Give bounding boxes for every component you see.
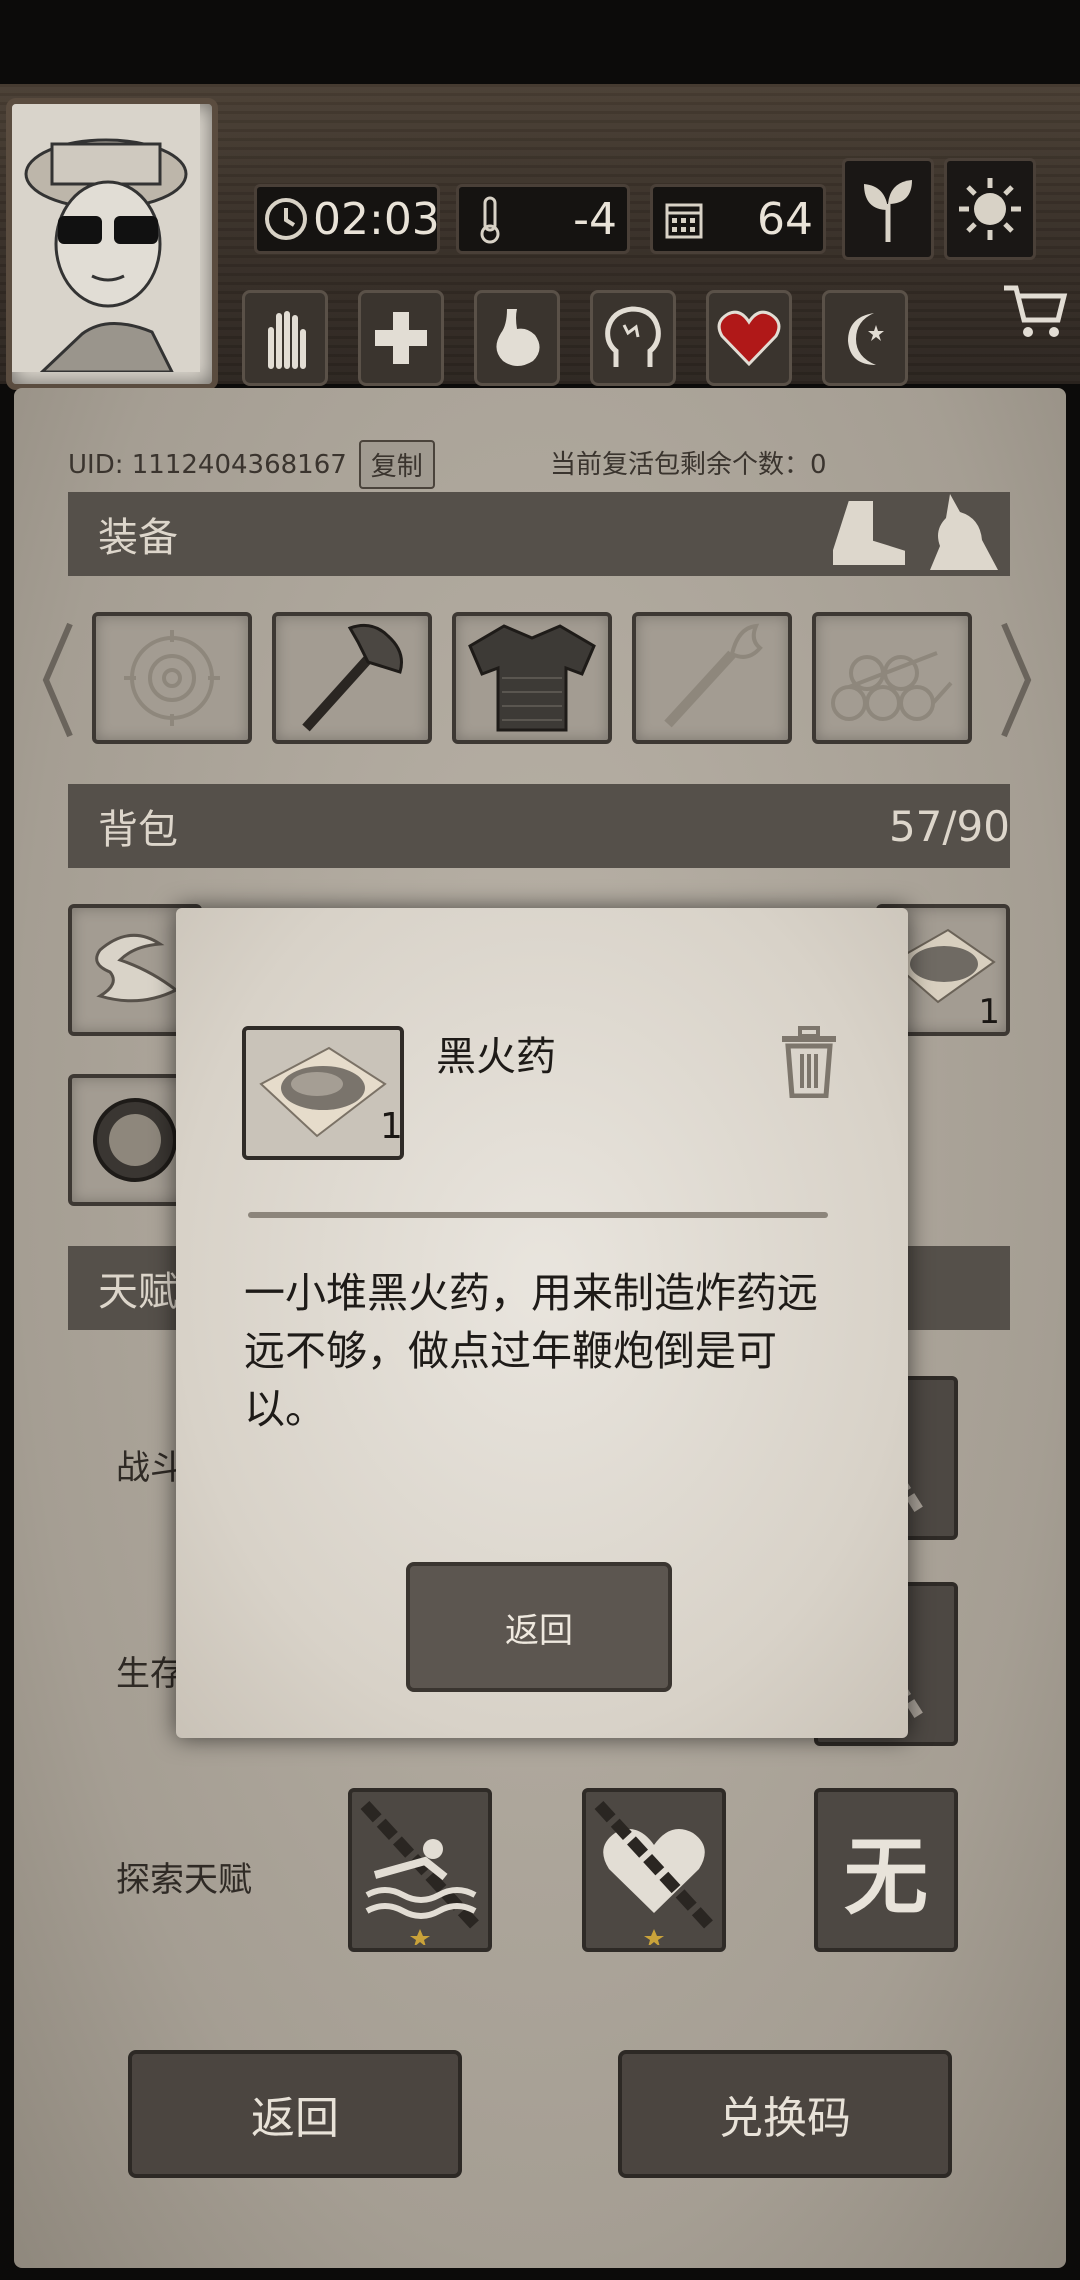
dialog-item-count: 1	[380, 1106, 403, 1147]
trash-icon	[782, 1026, 836, 1099]
gunpowder-icon	[259, 1046, 387, 1138]
dialog-divider	[248, 1212, 828, 1218]
dialog-item-name: 黑火药	[436, 1034, 556, 1080]
delete-item-button[interactable]	[778, 1026, 840, 1099]
dialog-back-button[interactable]: 返回	[406, 1562, 672, 1692]
dialog-item-description: 一小堆黑火药，用来制造炸药远远不够，做点过年鞭炮倒是可以。	[244, 1269, 818, 1433]
